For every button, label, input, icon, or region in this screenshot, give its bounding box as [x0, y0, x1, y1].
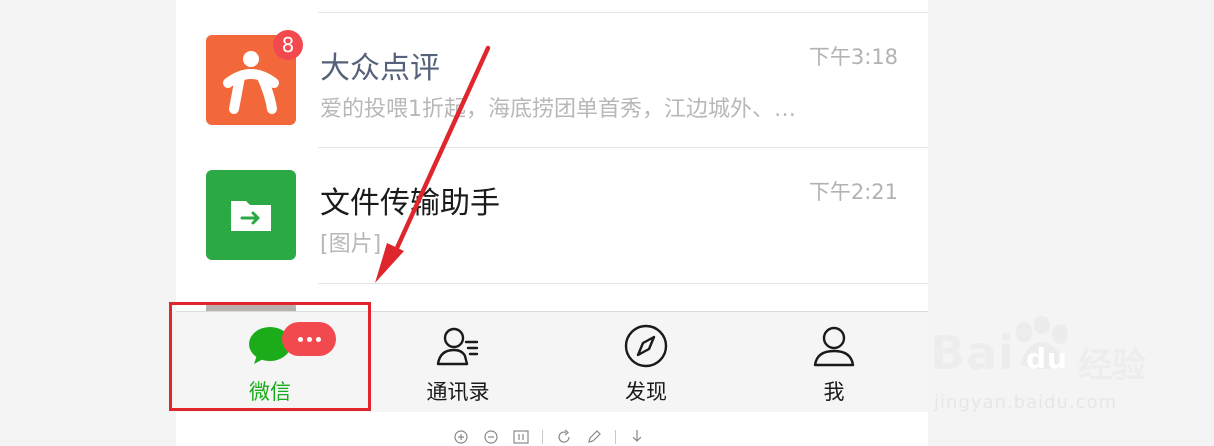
download-icon[interactable] [628, 428, 646, 446]
image-viewer-toolbar [452, 428, 646, 446]
actual-size-icon[interactable] [512, 428, 530, 446]
toolbar-separator [615, 430, 616, 444]
watermark-brand: Bai [930, 326, 1015, 380]
edit-icon[interactable] [585, 428, 603, 446]
watermark-product: 经验 [1078, 346, 1146, 386]
rotate-icon[interactable] [555, 428, 573, 446]
watermark-brand-du: du [1026, 342, 1068, 375]
zoom-in-icon[interactable] [452, 428, 470, 446]
zoom-out-icon[interactable] [482, 428, 500, 446]
toolbar-separator [542, 430, 543, 444]
baidu-watermark: Bai du 经验 jingyan.baidu.com [930, 312, 1170, 422]
watermark-url: jingyan.baidu.com [934, 392, 1118, 413]
